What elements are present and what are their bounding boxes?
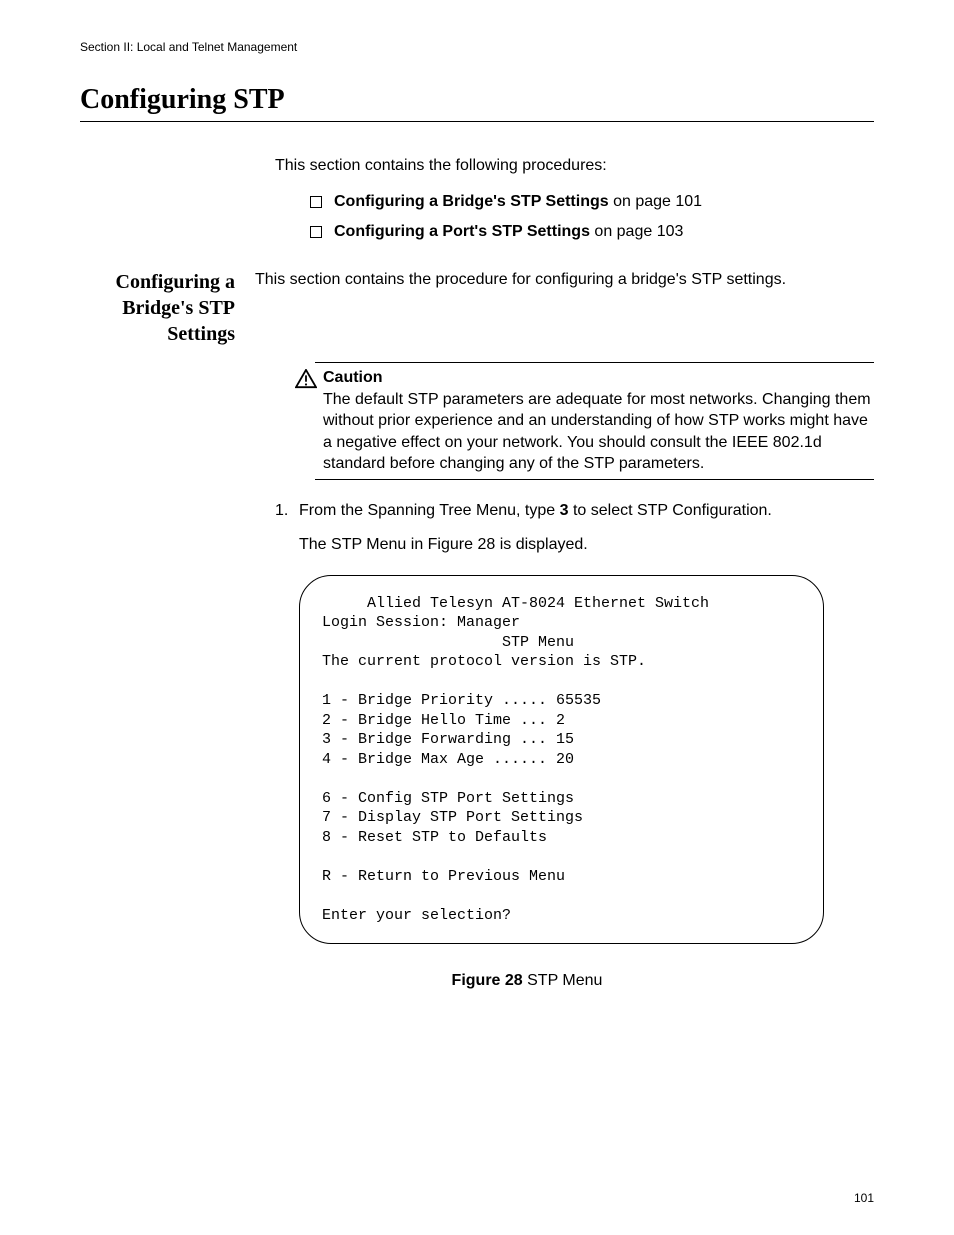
procedure-list: Configuring a Bridge's STP Settings on p…	[310, 193, 874, 241]
figure-caption: Figure 28 STP Menu	[180, 972, 874, 990]
list-item-bold: Configuring a Port's STP Settings	[334, 223, 590, 240]
page-number: 101	[854, 1191, 874, 1205]
figure-title: STP Menu	[523, 972, 603, 989]
step-number: 1.	[275, 500, 299, 522]
caution-content: Caution The default STP parameters are a…	[295, 367, 874, 475]
terminal-screen: Allied Telesyn AT-8024 Ethernet Switch L…	[299, 575, 824, 945]
terminal-line: Allied Telesyn AT-8024 Ethernet Switch	[322, 595, 709, 612]
terminal-line: R - Return to Previous Menu	[322, 868, 565, 885]
terminal-line: 6 - Config STP Port Settings	[322, 790, 574, 807]
list-item: Configuring a Bridge's STP Settings on p…	[310, 193, 874, 211]
list-item-rest: on page 103	[590, 223, 683, 240]
caution-text: Caution The default STP parameters are a…	[323, 367, 874, 475]
terminal-line: STP Menu	[322, 634, 574, 651]
terminal-line: 1 - Bridge Priority ..... 65535	[322, 692, 601, 709]
subsection-title-line: Configuring a	[116, 271, 235, 293]
list-item-bold: Configuring a Bridge's STP Settings	[334, 193, 609, 210]
step-bold: 3	[560, 502, 569, 519]
terminal-line: 8 - Reset STP to Defaults	[322, 829, 547, 846]
terminal-line: Login Session: Manager	[322, 614, 520, 631]
caution-divider-top	[315, 362, 874, 363]
list-item-text: Configuring a Bridge's STP Settings on p…	[334, 193, 702, 211]
terminal-line: 2 - Bridge Hello Time ... 2	[322, 712, 565, 729]
terminal-line: Enter your selection?	[322, 907, 511, 924]
caution-icon	[295, 369, 317, 394]
caution-block: Caution The default STP parameters are a…	[295, 362, 874, 480]
step-text-before: From the Spanning Tree Menu, type	[299, 502, 560, 519]
subsection-title-line: Bridge's STP	[122, 297, 235, 319]
bullet-box-icon	[310, 226, 322, 238]
list-item-rest: on page 101	[609, 193, 702, 210]
subsection-body: This section contains the procedure for …	[255, 269, 874, 347]
step-text-after: to select STP Configuration.	[569, 502, 772, 519]
subsection-title: Configuring a Bridge's STP Settings	[80, 269, 255, 347]
page-title: Configuring STP	[80, 84, 874, 122]
subsection-title-line: Settings	[167, 323, 235, 345]
bullet-box-icon	[310, 196, 322, 208]
subsection-row: Configuring a Bridge's STP Settings This…	[80, 269, 874, 347]
step-followup: The STP Menu in Figure 28 is displayed.	[299, 534, 874, 556]
terminal-line: The current protocol version is STP.	[322, 653, 646, 670]
section-header: Section II: Local and Telnet Management	[80, 40, 874, 54]
caution-title: Caution	[323, 369, 383, 386]
terminal-line: 4 - Bridge Max Age ...... 20	[322, 751, 574, 768]
list-item: Configuring a Port's STP Settings on pag…	[310, 223, 874, 241]
terminal-line: 7 - Display STP Port Settings	[322, 809, 583, 826]
step-1: 1.From the Spanning Tree Menu, type 3 to…	[275, 500, 874, 557]
caution-body: The default STP parameters are adequate …	[323, 391, 871, 473]
caution-divider-bottom	[315, 479, 874, 480]
figure-label: Figure 28	[452, 972, 523, 989]
intro-paragraph: This section contains the following proc…	[275, 157, 874, 175]
list-item-text: Configuring a Port's STP Settings on pag…	[334, 223, 683, 241]
terminal-line: 3 - Bridge Forwarding ... 15	[322, 731, 574, 748]
